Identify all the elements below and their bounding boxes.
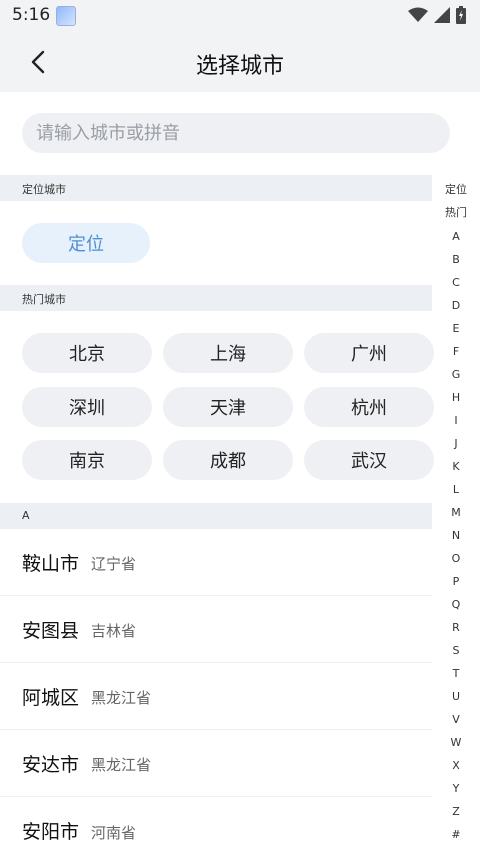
- hot-city-button[interactable]: 成都: [163, 440, 293, 480]
- index-item-i[interactable]: I: [434, 414, 478, 428]
- section-title: 热门城市: [22, 293, 66, 306]
- status-bar: 5:16: [0, 0, 480, 32]
- index-item-y[interactable]: Y: [434, 782, 478, 796]
- city-row[interactable]: 鞍山市 辽宁省: [0, 529, 432, 596]
- index-item-o[interactable]: O: [434, 552, 478, 566]
- index-item-f[interactable]: F: [434, 345, 478, 359]
- index-item-b[interactable]: B: [434, 253, 478, 267]
- signal-icon: [434, 7, 450, 23]
- index-item-a[interactable]: A: [434, 230, 478, 244]
- index-item-d[interactable]: D: [434, 299, 478, 313]
- city-name: 安达市: [22, 753, 80, 776]
- city-province: 黑龙江省: [91, 756, 152, 774]
- city-row[interactable]: 安阳市 河南省: [0, 797, 432, 853]
- index-item-v[interactable]: V: [434, 713, 478, 727]
- index-item-h[interactable]: H: [434, 391, 478, 405]
- city-name: 阿城区: [22, 686, 80, 709]
- title-bar: 选择城市: [0, 32, 480, 92]
- city-name: 鞍山市: [22, 552, 80, 575]
- city-province: 黑龙江省: [91, 689, 152, 707]
- index-item-x[interactable]: X: [434, 759, 478, 773]
- hot-city-button[interactable]: 深圳: [22, 387, 152, 427]
- city-row[interactable]: 安达市 黑龙江省: [0, 730, 432, 797]
- notification-app-icon: [56, 6, 76, 26]
- index-item-p[interactable]: P: [434, 575, 478, 589]
- city-name: 安图县: [22, 619, 80, 642]
- index-item-location[interactable]: 定位: [434, 183, 478, 197]
- page-title: 选择城市: [195, 54, 284, 79]
- section-header-a: A: [0, 503, 432, 529]
- index-item-z[interactable]: Z: [434, 805, 478, 819]
- index-item-r[interactable]: R: [434, 621, 478, 635]
- city-row[interactable]: 阿城区 黑龙江省: [0, 663, 432, 730]
- hot-city-button[interactable]: 杭州: [304, 387, 434, 427]
- hot-city-button[interactable]: 武汉: [304, 440, 434, 480]
- index-item-t[interactable]: T: [434, 667, 478, 681]
- index-item-s[interactable]: S: [434, 644, 478, 658]
- index-item-q[interactable]: Q: [434, 598, 478, 612]
- section-header-hot: 热门城市: [0, 285, 432, 311]
- index-item-e[interactable]: E: [434, 322, 478, 336]
- status-icons: [408, 6, 466, 24]
- battery-icon: [456, 6, 466, 24]
- wifi-icon: [408, 7, 428, 22]
- hot-city-button[interactable]: 广州: [304, 333, 434, 373]
- city-name: 安阳市: [22, 821, 80, 843]
- index-item-j[interactable]: J: [434, 437, 478, 451]
- index-item-m[interactable]: M: [434, 506, 478, 520]
- index-item-hash[interactable]: #: [434, 828, 478, 842]
- index-item-u[interactable]: U: [434, 690, 478, 704]
- city-province: 辽宁省: [91, 555, 137, 573]
- hot-city-button[interactable]: 上海: [163, 333, 293, 373]
- search-box: [22, 113, 450, 153]
- index-item-c[interactable]: C: [434, 276, 478, 290]
- index-item-hot[interactable]: 热门: [434, 206, 478, 220]
- index-item-l[interactable]: L: [434, 483, 478, 497]
- index-item-k[interactable]: K: [434, 460, 478, 474]
- section-title: A: [22, 509, 30, 522]
- city-province: 河南省: [91, 823, 137, 842]
- hot-city-button[interactable]: 天津: [163, 387, 293, 427]
- hot-city-button[interactable]: 北京: [22, 333, 152, 373]
- city-province: 吉林省: [91, 622, 137, 640]
- hot-city-button[interactable]: 南京: [22, 440, 152, 480]
- city-row[interactable]: 安图县 吉林省: [0, 596, 432, 663]
- locate-button[interactable]: 定位: [22, 223, 150, 263]
- index-item-n[interactable]: N: [434, 529, 478, 543]
- index-item-w[interactable]: W: [434, 736, 478, 750]
- index-item-g[interactable]: G: [434, 368, 478, 382]
- section-title: 定位城市: [22, 183, 66, 196]
- status-time: 5:16: [12, 5, 51, 25]
- section-header-location: 定位城市: [0, 175, 432, 201]
- search-input[interactable]: [22, 113, 450, 153]
